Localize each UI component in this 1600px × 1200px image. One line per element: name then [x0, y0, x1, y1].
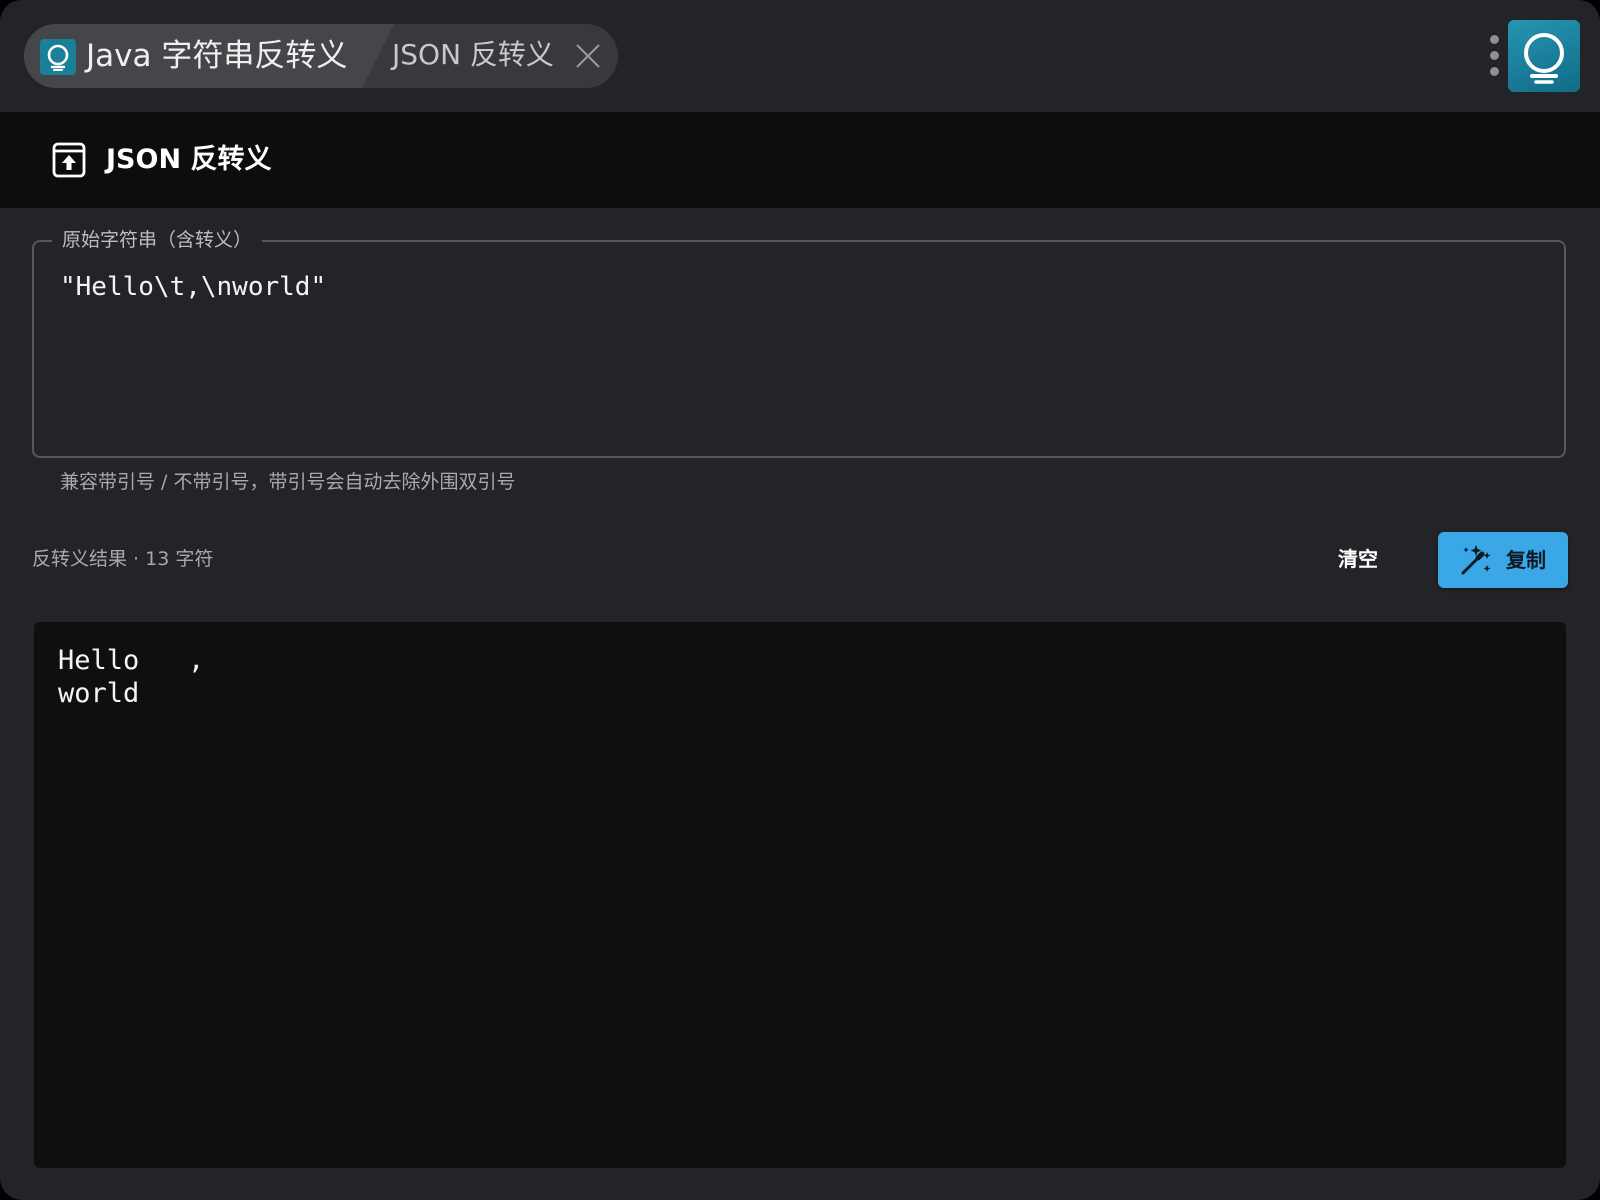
kebab-menu-icon[interactable] — [1484, 32, 1504, 80]
clear-button[interactable]: 清空 — [1314, 532, 1402, 586]
result-output[interactable]: Hello , world — [34, 622, 1566, 1168]
tab-group: Java 字符串反转义 JSON 反转义 — [24, 24, 618, 88]
menu-dot — [1490, 35, 1499, 44]
escaped-string-input[interactable]: "Hello\t,\nworld" — [60, 270, 1544, 436]
app-window: Java 字符串反转义 JSON 反转义 JSON 反转义 原始字符串（含转义）… — [0, 0, 1600, 1200]
input-label: 原始字符串（含转义） — [52, 226, 263, 254]
input-helper-text: 兼容带引号 / 不带引号，带引号会自动去除外围双引号 — [60, 471, 516, 493]
page-title: JSON 反转义 — [106, 144, 272, 175]
tab-java-unescape[interactable]: Java 字符串反转义 — [24, 24, 394, 88]
menu-dot — [1490, 67, 1499, 76]
tab-json-unescape[interactable]: JSON 反转义 — [392, 24, 554, 88]
result-label: 反转义结果 · 13 字符 — [32, 548, 214, 570]
menu-dot — [1490, 51, 1499, 60]
tab-label: Java 字符串反转义 — [86, 38, 348, 74]
magic-wand-icon — [1458, 542, 1494, 578]
input-fieldset: 原始字符串（含转义） "Hello\t,\nworld" — [32, 226, 1566, 458]
result-text: Hello , world — [58, 645, 205, 709]
copy-button[interactable]: 复制 — [1438, 532, 1568, 588]
tab-bar: Java 字符串反转义 JSON 反转义 — [0, 0, 1600, 112]
copy-button-label: 复制 — [1506, 548, 1546, 572]
app-logo-icon — [40, 39, 76, 75]
app-logo-icon[interactable] — [1508, 20, 1580, 92]
page-header: JSON 反转义 — [0, 112, 1600, 208]
archive-upload-icon — [52, 142, 86, 178]
close-icon[interactable] — [574, 42, 602, 70]
